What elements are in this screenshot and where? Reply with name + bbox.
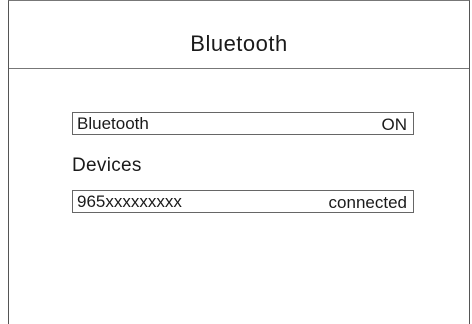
device-list-item[interactable]: 965xxxxxxxxx connected <box>72 190 414 213</box>
bluetooth-toggle-value: ON <box>381 115 408 134</box>
bluetooth-screen: Bluetooth Bluetooth ON Devices 965xxxxxx… <box>8 0 470 324</box>
page-title: Bluetooth <box>190 31 288 56</box>
bluetooth-toggle-row[interactable]: Bluetooth ON <box>72 112 414 135</box>
device-status: connected <box>328 193 407 212</box>
bluetooth-toggle-label: Bluetooth <box>77 114 149 133</box>
device-name: 965xxxxxxxxx <box>77 192 182 211</box>
devices-heading: Devices <box>72 155 142 176</box>
title-bar: Bluetooth <box>9 1 469 69</box>
